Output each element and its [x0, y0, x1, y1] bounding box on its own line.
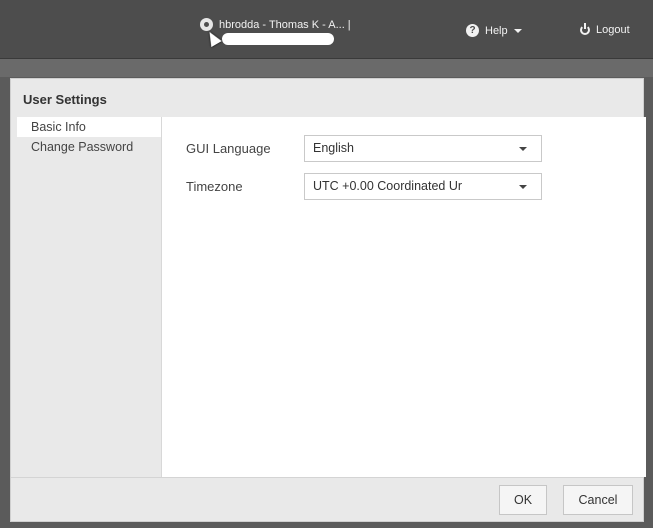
user-settings-dialog: User Settings Basic Info Change Password… — [10, 78, 646, 522]
help-label: Help — [485, 24, 508, 37]
power-icon — [580, 23, 590, 35]
gear-icon — [200, 18, 213, 31]
nav-item-change-password[interactable]: Change Password — [17, 137, 161, 157]
logout-label: Logout — [596, 24, 630, 36]
timezone-row: Timezone UTC +0.00 Coordinated Ur — [186, 173, 542, 200]
settings-panel: GUI Language English Timezone UTC +0.00 … — [161, 117, 646, 477]
mouse-cursor-icon — [204, 28, 222, 48]
user-menu[interactable]: hbrodda - Thomas K - A... | — [200, 18, 351, 31]
chevron-down-icon — [519, 147, 527, 151]
ok-button[interactable]: OK — [499, 485, 547, 515]
timezone-label: Timezone — [186, 179, 243, 194]
logout-button[interactable]: Logout — [580, 23, 630, 36]
nav-item-basic-info[interactable]: Basic Info — [17, 117, 161, 137]
dialog-title: User Settings — [23, 92, 107, 107]
help-icon: ? — [466, 24, 479, 37]
gui-language-row: GUI Language English — [186, 135, 542, 162]
help-menu[interactable]: ? Help — [466, 24, 522, 37]
chevron-down-icon — [519, 185, 527, 189]
cancel-button[interactable]: Cancel — [563, 485, 633, 515]
gui-language-select[interactable]: English — [304, 135, 542, 162]
top-bar: hbrodda - Thomas K - A... | ? Help Logou… — [0, 0, 653, 59]
redaction-mark — [222, 33, 334, 45]
timezone-value: UTC +0.00 Coordinated Ur — [313, 179, 463, 193]
chevron-down-icon — [513, 28, 522, 33]
sub-bar — [0, 59, 653, 77]
footer-divider — [11, 477, 643, 478]
user-name: hbrodda - Thomas K - A... | — [219, 18, 351, 31]
gui-language-value: English — [313, 141, 354, 155]
gui-language-label: GUI Language — [186, 141, 271, 156]
timezone-select[interactable]: UTC +0.00 Coordinated Ur — [304, 173, 542, 200]
settings-nav: Basic Info Change Password — [17, 117, 161, 157]
